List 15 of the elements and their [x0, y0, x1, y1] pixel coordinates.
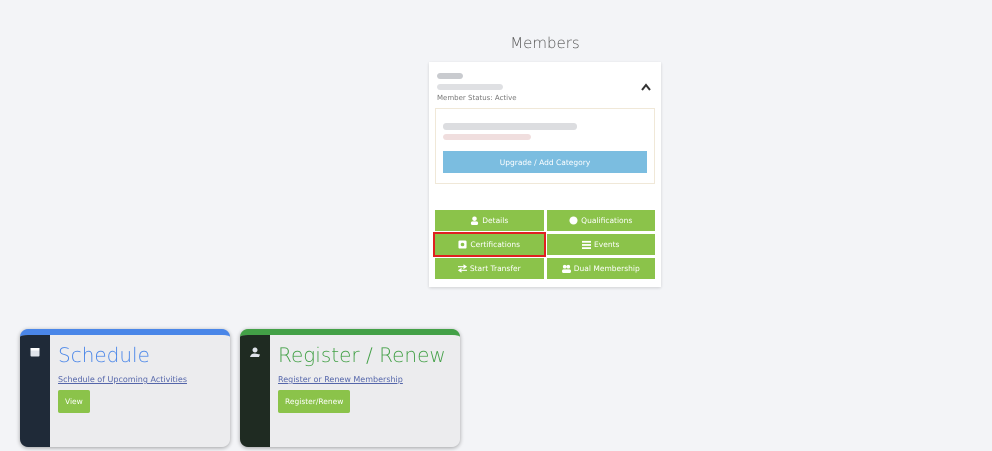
caret-up-icon [641, 83, 651, 91]
tile-link[interactable]: Register or Renew Membership [278, 375, 403, 384]
group-icon [562, 264, 571, 273]
tile-title: Schedule [58, 343, 150, 367]
transfer-icon [458, 264, 467, 273]
circle-icon [569, 216, 578, 225]
tile-link[interactable]: Schedule of Upcoming Activities [58, 375, 187, 384]
tile-title: Register / Renew [278, 343, 446, 367]
members-heading: Members [510, 34, 580, 52]
calendar-icon [30, 347, 40, 357]
person-icon [470, 216, 480, 225]
person-icon [250, 347, 260, 357]
collapse-toggle[interactable] [639, 81, 653, 93]
certificate-icon [458, 240, 468, 249]
list-icon [582, 240, 592, 249]
